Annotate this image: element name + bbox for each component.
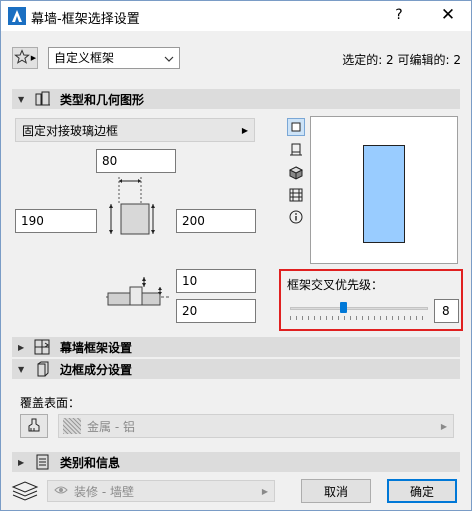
section-frame-components[interactable]: ▼ 边框成分设置	[12, 359, 460, 379]
chevron-down-icon	[164, 47, 174, 69]
paint-brush-icon	[27, 418, 41, 435]
priority-label: 框架交叉优先级：	[287, 278, 384, 292]
frame-component-icon	[34, 361, 52, 377]
priority-value-input[interactable]: 8	[434, 299, 459, 323]
offset-input-2[interactable]: 20	[176, 299, 256, 323]
section-type-geometry-label: 类型和几何图形	[60, 92, 145, 107]
override-surface-button[interactable]	[20, 414, 48, 438]
section-curtainwall-frame[interactable]: ▶ 幕墙框架设置	[12, 337, 460, 357]
caret-right-icon: ▶	[241, 125, 248, 135]
favorites-button[interactable]: ▶	[12, 47, 38, 69]
section-frame-components-label: 边框成分设置	[60, 362, 133, 377]
frame-geometry-icon	[34, 91, 52, 107]
slider-ticks	[290, 316, 428, 320]
layer-icon[interactable]	[11, 479, 39, 501]
list-view-icon[interactable]	[287, 186, 305, 204]
triangle-right-icon: ▶	[18, 342, 25, 352]
caret-right-icon: ▶	[30, 54, 37, 62]
triangle-down-icon: ▼	[18, 94, 25, 104]
star-icon	[13, 48, 30, 68]
offset-diagram-icon	[106, 273, 170, 313]
ok-button[interactable]: 确定	[387, 479, 457, 503]
eye-icon	[54, 484, 68, 498]
floor-plan-view-icon[interactable]	[287, 118, 305, 136]
caret-right-icon: ▶	[440, 421, 447, 431]
title-bar: 幕墙-框架选择设置 ? ✕	[1, 1, 471, 31]
offset-input-1[interactable]: 10	[176, 269, 256, 293]
archicad-logo-icon	[8, 7, 26, 25]
top-dimension-input[interactable]: 80	[96, 149, 176, 173]
frame-type-select[interactable]: 固定对接玻璃边框 ▶	[15, 118, 255, 142]
3d-view-icon[interactable]	[287, 164, 305, 182]
priority-slider[interactable]	[290, 297, 428, 321]
caret-right-icon: ▶	[261, 486, 268, 496]
preview-panel	[310, 116, 458, 264]
section-curtainwall-frame-label: 幕墙框架设置	[60, 340, 133, 355]
window-title: 幕墙-框架选择设置	[31, 12, 140, 27]
material-swatch-icon	[63, 418, 81, 434]
surface-material-select[interactable]: 金属 - 铝 ▶	[58, 414, 454, 438]
close-button[interactable]: ✕	[436, 5, 460, 25]
frame-section-diagram-icon	[105, 173, 155, 241]
info-icon[interactable]	[287, 208, 305, 226]
triangle-right-icon: ▶	[18, 457, 25, 467]
triangle-down-icon: ▼	[18, 364, 25, 374]
curtainwall-frame-icon	[34, 339, 52, 355]
surface-material-label: 金属 - 铝	[87, 419, 135, 434]
section-category-label: 类别和信息	[60, 455, 121, 470]
layer-select[interactable]: 装修 - 墙壁 ▶	[47, 480, 275, 502]
right-dimension-input[interactable]: 200	[176, 209, 256, 233]
favorites-selected-label: 自定义框架	[54, 51, 115, 65]
section-view-icon[interactable]	[287, 141, 305, 159]
frame-type-label: 固定对接玻璃边框	[22, 123, 119, 138]
selection-info: 选定的: 2 可编辑的: 2	[342, 53, 461, 67]
dialog-window: 幕墙-框架选择设置 ? ✕ ▶ 自定义框架 选定的: 2 可编辑的: 2 ▼ 类…	[0, 0, 472, 511]
slider-track	[290, 307, 428, 310]
slider-thumb[interactable]	[340, 302, 347, 313]
layer-label: 装修 - 墙壁	[74, 484, 134, 499]
favorites-select[interactable]: 自定义框架	[48, 47, 180, 69]
section-category[interactable]: ▶ 类别和信息	[12, 452, 460, 472]
section-type-geometry[interactable]: ▼ 类型和几何图形	[12, 89, 460, 109]
left-dimension-input[interactable]: 190	[15, 209, 97, 233]
category-list-icon	[34, 454, 52, 470]
cover-surface-label: 覆盖表面：	[20, 396, 81, 410]
cancel-button[interactable]: 取消	[301, 479, 371, 503]
help-button[interactable]: ?	[389, 7, 409, 23]
frame-preview-shape	[363, 145, 405, 243]
